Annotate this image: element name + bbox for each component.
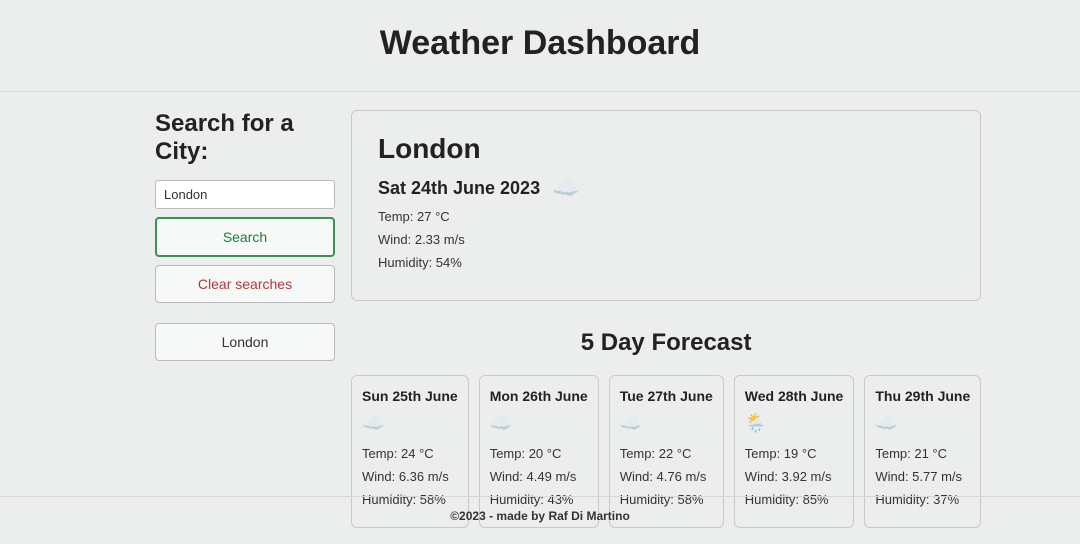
page-header: Weather Dashboard	[0, 0, 1080, 92]
forecast-temp: Temp: 24 °C	[362, 446, 458, 461]
rain-icon: 🌦️	[745, 414, 767, 432]
forecast-wind: Wind: 4.76 m/s	[620, 469, 713, 484]
sidebar: Search for a City: Search Clear searches…	[0, 110, 335, 528]
forecast-date: Wed 28th June	[745, 388, 844, 404]
search-label: Search for a City:	[155, 110, 335, 166]
forecast-title: 5 Day Forecast	[351, 329, 981, 357]
search-input[interactable]	[155, 180, 335, 209]
current-humidity: Humidity: 54%	[378, 255, 954, 270]
page-title: Weather Dashboard	[0, 24, 1080, 63]
current-temp: Temp: 27 °C	[378, 209, 954, 224]
forecast-wind: Wind: 5.77 m/s	[875, 469, 970, 484]
main-content: London Sat 24th June 2023 ☁️ Temp: 27 °C…	[351, 110, 1080, 528]
cloud-icon: ☁️	[362, 414, 384, 432]
current-wind: Wind: 2.33 m/s	[378, 232, 954, 247]
footer-text: ©2023 - made by Raf Di Martino	[450, 509, 630, 523]
cloud-icon: ☁️	[620, 414, 642, 432]
forecast-date: Sun 25th June	[362, 388, 458, 404]
cloud-icon: ☁️	[552, 177, 579, 199]
forecast-date: Tue 27th June	[620, 388, 713, 404]
clear-searches-button[interactable]: Clear searches	[155, 265, 335, 303]
cloud-icon: ☁️	[490, 414, 512, 432]
forecast-wind: Wind: 6.36 m/s	[362, 469, 458, 484]
page-footer: ©2023 - made by Raf Di Martino	[0, 496, 1080, 535]
search-button[interactable]: Search	[155, 217, 335, 257]
forecast-temp: Temp: 20 °C	[490, 446, 588, 461]
forecast-temp: Temp: 19 °C	[745, 446, 844, 461]
current-city: London	[378, 133, 954, 165]
forecast-temp: Temp: 21 °C	[875, 446, 970, 461]
current-date: Sat 24th June 2023	[378, 178, 540, 199]
history-item[interactable]: London	[155, 323, 335, 361]
forecast-temp: Temp: 22 °C	[620, 446, 713, 461]
forecast-date: Thu 29th June	[875, 388, 970, 404]
cloud-icon: ☁️	[875, 414, 897, 432]
forecast-wind: Wind: 3.92 m/s	[745, 469, 844, 484]
forecast-wind: Wind: 4.49 m/s	[490, 469, 588, 484]
current-weather-card: London Sat 24th June 2023 ☁️ Temp: 27 °C…	[351, 110, 981, 301]
forecast-date: Mon 26th June	[490, 388, 588, 404]
